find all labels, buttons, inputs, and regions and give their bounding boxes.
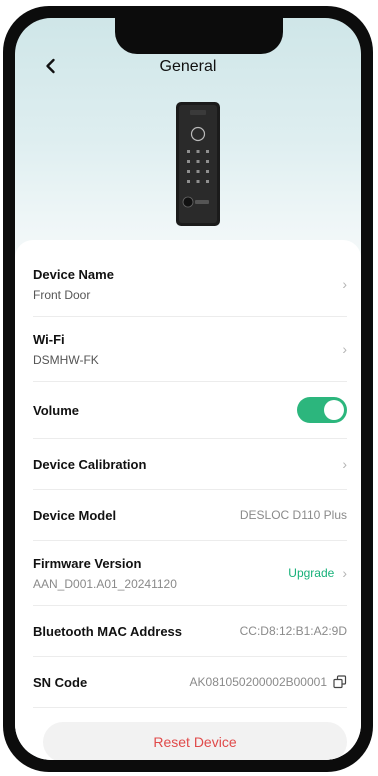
calibration-label: Device Calibration (33, 456, 147, 472)
settings-sheet: Device Name Front Door › Wi-Fi DSMHW-FK … (15, 240, 361, 760)
sn-value: AK081050200002B00001 (189, 675, 327, 689)
chevron-right-icon: › (342, 341, 347, 357)
toggle-knob (324, 400, 344, 420)
chevron-right-icon: › (342, 456, 347, 472)
device-model-label: Device Model (33, 507, 117, 523)
mac-value: CC:D8:12:B1:A2:9D (239, 624, 347, 638)
copy-icon[interactable] (333, 675, 347, 689)
phone-frame: General Device Name Front Door › Wi-Fi D… (3, 6, 373, 772)
volume-toggle[interactable] (297, 397, 347, 423)
sn-row: SN Code AK081050200002B00001 (33, 657, 347, 708)
volume-row: Volume (33, 382, 347, 439)
chevron-right-icon: › (342, 565, 347, 581)
mac-row: Bluetooth MAC Address CC:D8:12:B1:A2:9D (33, 606, 347, 657)
device-name-row[interactable]: Device Name Front Door › (33, 252, 347, 317)
chevron-right-icon: › (342, 276, 347, 292)
upgrade-button[interactable]: Upgrade › (288, 565, 347, 581)
page-title: General (159, 58, 217, 75)
firmware-label: Firmware Version (33, 555, 142, 571)
wifi-label: Wi-Fi (33, 331, 65, 347)
reset-device-button[interactable]: Reset Device (43, 722, 347, 760)
upgrade-label: Upgrade (288, 566, 335, 580)
device-name-value: Front Door (33, 287, 91, 302)
firmware-row: Firmware Version AAN_D001.A01_20241120 U… (33, 541, 347, 606)
notch (115, 18, 283, 54)
device-model-row: Device Model DESLOC D110 Plus (33, 490, 347, 541)
sn-label: SN Code (33, 674, 88, 690)
device-model-value: DESLOC D110 Plus (239, 508, 347, 522)
volume-label: Volume (33, 402, 79, 418)
device-image (168, 100, 228, 228)
firmware-value: AAN_D001.A01_20241120 (33, 576, 177, 591)
calibration-row[interactable]: Device Calibration › (33, 439, 347, 490)
device-name-label: Device Name (33, 266, 114, 282)
screen: General Device Name Front Door › Wi-Fi D… (15, 18, 361, 760)
wifi-row[interactable]: Wi-Fi DSMHW-FK › (33, 317, 347, 382)
wifi-value: DSMHW-FK (33, 352, 99, 367)
mac-label: Bluetooth MAC Address (33, 623, 183, 639)
